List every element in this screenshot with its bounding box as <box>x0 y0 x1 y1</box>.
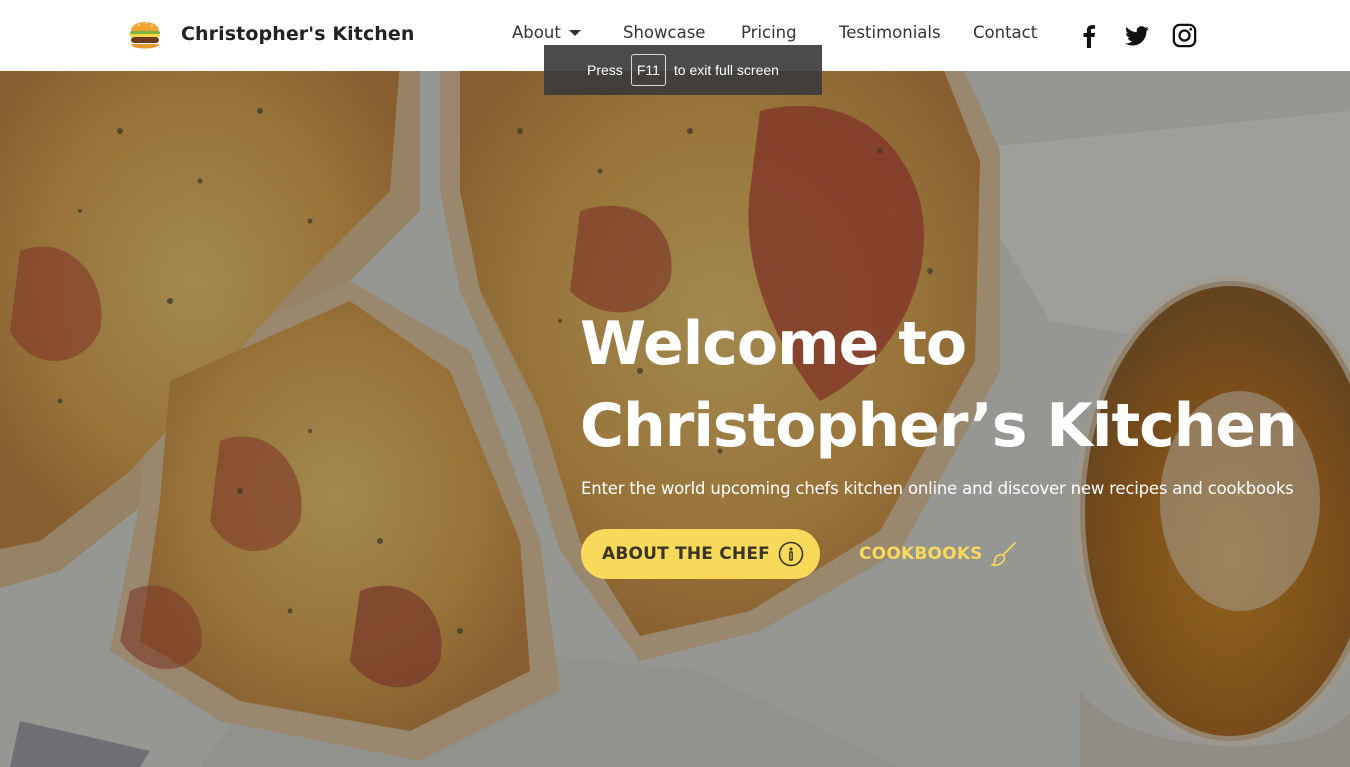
nav-item-about[interactable]: About <box>512 23 581 42</box>
fullscreen-notice-suffix: to exit full screen <box>673 62 779 78</box>
hero-title-line-1: Welcome to <box>580 309 967 379</box>
twitter-link[interactable] <box>1124 23 1150 49</box>
nav-item-showcase[interactable]: Showcase <box>623 23 705 42</box>
hero-title: Welcome to Christopher’s Kitchen <box>580 303 1298 467</box>
nav-item-pricing[interactable]: Pricing <box>741 23 797 42</box>
fullscreen-exit-notice: Press F11 to exit full screen <box>544 45 822 95</box>
cookbooks-button[interactable]: COOKBOOKS <box>859 541 1017 567</box>
instagram-link[interactable] <box>1172 23 1197 48</box>
facebook-link[interactable] <box>1077 23 1101 49</box>
fullscreen-notice-prefix: Press <box>587 62 623 78</box>
about-the-chef-button[interactable]: ABOUT THE CHEF <box>581 529 820 579</box>
hero-subtitle: Enter the world upcoming chefs kitchen o… <box>581 479 1294 498</box>
nav-item-about-label: About <box>512 23 561 42</box>
brand[interactable]: Christopher's Kitchen <box>128 16 415 52</box>
twitter-icon <box>1125 26 1149 46</box>
facebook-icon <box>1083 25 1096 48</box>
hero-title-line-2: Christopher’s Kitchen <box>580 391 1298 461</box>
nav-item-testimonials[interactable]: Testimonials <box>839 23 941 42</box>
brush-icon <box>990 542 1016 567</box>
brand-name: Christopher's Kitchen <box>181 23 415 45</box>
f11-key-badge: F11 <box>630 54 666 86</box>
hero-section: Welcome to Christopher’s Kitchen Enter t… <box>0 71 1350 767</box>
cookbooks-label: COOKBOOKS <box>859 544 983 564</box>
about-the-chef-label: ABOUT THE CHEF <box>602 544 770 564</box>
caret-down-icon <box>568 29 581 36</box>
burger-icon <box>130 22 160 49</box>
nav-item-contact[interactable]: Contact <box>973 23 1037 42</box>
instagram-icon <box>1172 23 1197 48</box>
info-icon <box>778 541 804 567</box>
